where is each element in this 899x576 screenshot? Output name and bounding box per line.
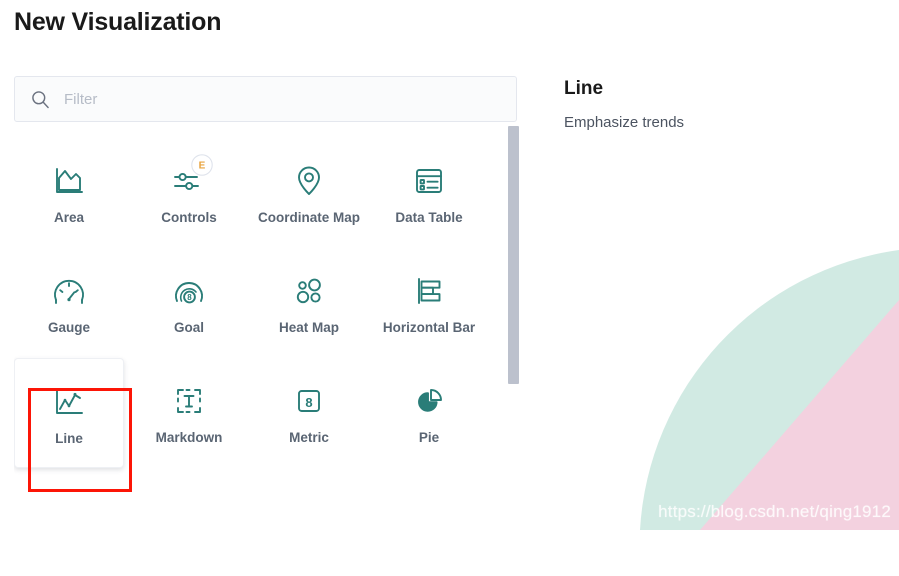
viz-tile-label: Markdown [155,430,223,445]
viz-tile-label: Goal [173,320,204,335]
markdown-text-icon [169,380,209,422]
viz-tile-markdown[interactable]: Markdown [134,358,244,468]
svg-text:8: 8 [305,395,312,410]
horizontal-bar-icon [409,270,449,312]
viz-tile-metric[interactable]: 8 Metric [254,358,364,468]
line-chart-icon [49,381,89,423]
area-chart-icon [49,160,89,202]
experimental-badge-icon: E [191,154,213,176]
svg-text:8: 8 [187,293,192,302]
controls-sliders-icon: E [169,154,213,202]
viz-tile-goal[interactable]: 8 Goal [134,248,244,358]
viz-tile-gauge[interactable]: Gauge [14,248,124,358]
visualization-detail-panel: Line Emphasize trends [564,78,884,131]
viz-tile-label: Controls [161,210,217,225]
detail-description: Emphasize trends [564,114,685,131]
pie-chart-icon [409,380,449,422]
viz-tile-label: Heat Map [278,320,339,335]
search-input[interactable] [64,90,444,108]
visualization-picker-panel: Area E Controls Coordinate Map Data Table Gau… [14,76,517,576]
grid-scrollbar-thumb[interactable] [508,126,519,384]
viz-tile-pie[interactable]: Pie [374,358,484,468]
search-icon [32,90,49,108]
goal-icon: 8 [169,270,209,312]
watermark-text: https://blog.csdn.net/qing1912 [658,502,891,521]
detail-title: Line [564,78,604,99]
viz-tile-label: Gauge [47,320,90,335]
viz-tile-label: Pie [418,430,440,445]
viz-tile-line[interactable]: Line [14,358,124,468]
filter-search-box[interactable] [14,76,517,122]
gauge-icon [49,270,89,312]
decor-pink-wedge [700,300,899,530]
page-title: New Visualization [14,8,222,36]
viz-tile-data-table[interactable]: Data Table [374,138,484,248]
viz-tile-horizontal-bar[interactable]: Horizontal Bar [374,248,484,358]
viz-tile-label: Area [53,210,85,225]
svg-text:E: E [199,161,206,172]
viz-tile-label: Coordinate Map [257,210,360,225]
decor-mint-arc [640,250,899,530]
visualization-grid: Area E Controls Coordinate Map Data Table Gau… [14,132,494,468]
visualization-grid-scroll-area: Area E Controls Coordinate Map Data Table Gau… [14,132,517,576]
viz-tile-area[interactable]: Area [14,138,124,248]
data-table-icon [409,160,449,202]
viz-tile-heat-map[interactable]: Heat Map [254,248,364,358]
viz-tile-label: Horizontal Bar [382,320,476,335]
viz-tile-controls[interactable]: E Controls [134,138,244,248]
viz-tile-label: Data Table [395,210,463,225]
heat-map-icon [289,270,329,312]
viz-tile-coordinate-map[interactable]: Coordinate Map [254,138,364,248]
map-pin-icon [289,160,329,202]
viz-tile-label: Metric [289,430,329,445]
viz-tile-label: Line [55,431,83,446]
metric-icon: 8 [289,380,329,422]
